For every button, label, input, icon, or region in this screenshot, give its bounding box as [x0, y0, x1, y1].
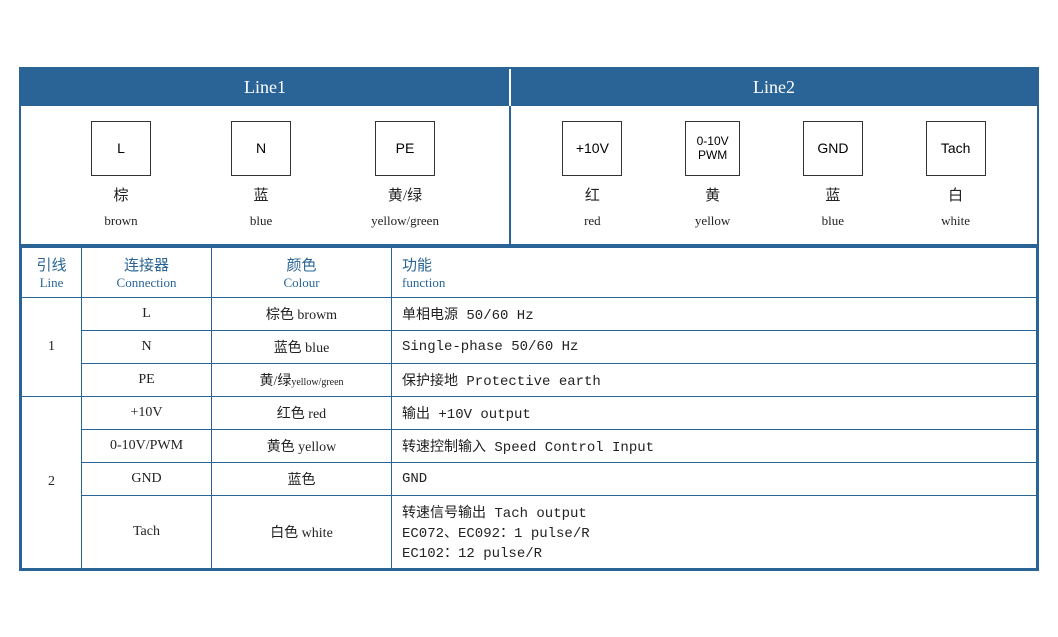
table-row: N 蓝色 blue Single-phase 50/60 Hz	[22, 330, 1037, 363]
func-GND: GND	[392, 462, 1037, 495]
label-cn-PWM: 黄	[705, 184, 720, 205]
header-line1: Line1	[21, 69, 511, 106]
table-row: 0-10V/PWM 黄色 yellow 转速控制输入 Speed Control…	[22, 429, 1037, 462]
conn-10V: +10V	[82, 396, 212, 429]
line2-connectors: +10V 红 red 0-10VPWM 黄 yellow GND 蓝 blue …	[531, 121, 1017, 229]
connector-GND: GND 蓝 blue	[803, 121, 863, 229]
connector-box-10V: +10V	[562, 121, 622, 176]
connector-box-N: N	[231, 121, 291, 176]
connector-10V: +10V 红 red	[562, 121, 622, 229]
spec-table: 引线 Line 连接器 Connection 颜色 Colour 功能 func…	[21, 246, 1037, 569]
th-conn-cn: 连接器	[92, 254, 201, 275]
th-colour: 颜色 Colour	[212, 247, 392, 298]
table-row: GND 蓝色 GND	[22, 462, 1037, 495]
table-row: PE 黄/绿yellow/green 保护接地 Protective earth	[22, 363, 1037, 396]
label-en-N: blue	[250, 213, 272, 229]
label-en-10V: red	[584, 213, 601, 229]
label-cn-PE: 黄/绿	[388, 184, 422, 205]
th-line-cn: 引线	[32, 254, 71, 275]
conn-PE: PE	[82, 363, 212, 396]
colour-brown: 棕色 browm	[212, 297, 392, 330]
th-func-en: function	[402, 275, 1026, 291]
conn-Tach: Tach	[82, 495, 212, 568]
func-L: 单相电源 50/60 Hz	[392, 297, 1037, 330]
label-en-GND: blue	[822, 213, 844, 229]
table-row: 1 L 棕色 browm 单相电源 50/60 Hz	[22, 297, 1037, 330]
th-colour-cn: 颜色	[222, 254, 381, 275]
table-section: 引线 Line 连接器 Connection 颜色 Colour 功能 func…	[21, 246, 1037, 569]
label-cn-GND: 蓝	[825, 184, 840, 205]
conn-N: N	[82, 330, 212, 363]
label-en-PWM: yellow	[695, 213, 730, 229]
line-number-2: 2	[22, 396, 82, 568]
connector-box-PE: PE	[375, 121, 435, 176]
connector-L: L 棕 brown	[91, 121, 151, 229]
header-row: Line1 Line2	[21, 69, 1037, 106]
label-cn-10V: 红	[585, 184, 600, 205]
th-connection: 连接器 Connection	[82, 247, 212, 298]
diagram-line2: +10V 红 red 0-10VPWM 黄 yellow GND 蓝 blue …	[511, 106, 1037, 244]
label-cn-L: 棕	[114, 184, 129, 205]
conn-GND: GND	[82, 462, 212, 495]
line1-connectors: L 棕 brown N 蓝 blue PE 黄/绿 yellow/green	[51, 121, 479, 229]
main-container: Line1 Line2 L 棕 brown N 蓝 blue PE 黄/绿	[19, 67, 1039, 571]
table-row: Tach 白色 white 转速信号输出 Tach output EC072、E…	[22, 495, 1037, 568]
th-function: 功能 function	[392, 247, 1037, 298]
table-header-row: 引线 Line 连接器 Connection 颜色 Colour 功能 func…	[22, 247, 1037, 298]
colour-yellow: 黄色 yellow	[212, 429, 392, 462]
connector-box-PWM: 0-10VPWM	[685, 121, 740, 176]
label-en-PE: yellow/green	[371, 213, 439, 229]
th-colour-en: Colour	[222, 275, 381, 291]
connector-PWM: 0-10VPWM 黄 yellow	[685, 121, 740, 229]
th-line: 引线 Line	[22, 247, 82, 298]
func-10V: 输出 +10V output	[392, 396, 1037, 429]
label-en-L: brown	[104, 213, 137, 229]
colour-yellow-green: 黄/绿yellow/green	[212, 363, 392, 396]
colour-red: 红色 red	[212, 396, 392, 429]
connector-N: N 蓝 blue	[231, 121, 291, 229]
label-cn-Tach: 白	[948, 184, 963, 205]
connector-box-L: L	[91, 121, 151, 176]
colour-gnd-blue: 蓝色	[212, 462, 392, 495]
conn-PWM: 0-10V/PWM	[82, 429, 212, 462]
header-line2: Line2	[511, 69, 1037, 106]
connector-box-Tach: Tach	[926, 121, 986, 176]
th-conn-en: Connection	[92, 275, 201, 291]
connector-box-GND: GND	[803, 121, 863, 176]
diagram-line1: L 棕 brown N 蓝 blue PE 黄/绿 yellow/green	[21, 106, 511, 244]
func-N: Single-phase 50/60 Hz	[392, 330, 1037, 363]
diagram-row: L 棕 brown N 蓝 blue PE 黄/绿 yellow/green	[21, 106, 1037, 246]
label-en-Tach: white	[941, 213, 970, 229]
connector-Tach: Tach 白 white	[926, 121, 986, 229]
colour-blue: 蓝色 blue	[212, 330, 392, 363]
func-Tach: 转速信号输出 Tach output EC072、EC092：1 pulse/R…	[392, 495, 1037, 568]
line-number-1: 1	[22, 297, 82, 396]
func-PE: 保护接地 Protective earth	[392, 363, 1037, 396]
label-cn-N: 蓝	[254, 184, 269, 205]
connector-PE: PE 黄/绿 yellow/green	[371, 121, 439, 229]
th-line-en: Line	[32, 275, 71, 291]
func-PWM: 转速控制输入 Speed Control Input	[392, 429, 1037, 462]
th-func-cn: 功能	[402, 254, 1026, 275]
table-row: 2 +10V 红色 red 输出 +10V output	[22, 396, 1037, 429]
colour-white: 白色 white	[212, 495, 392, 568]
conn-L: L	[82, 297, 212, 330]
